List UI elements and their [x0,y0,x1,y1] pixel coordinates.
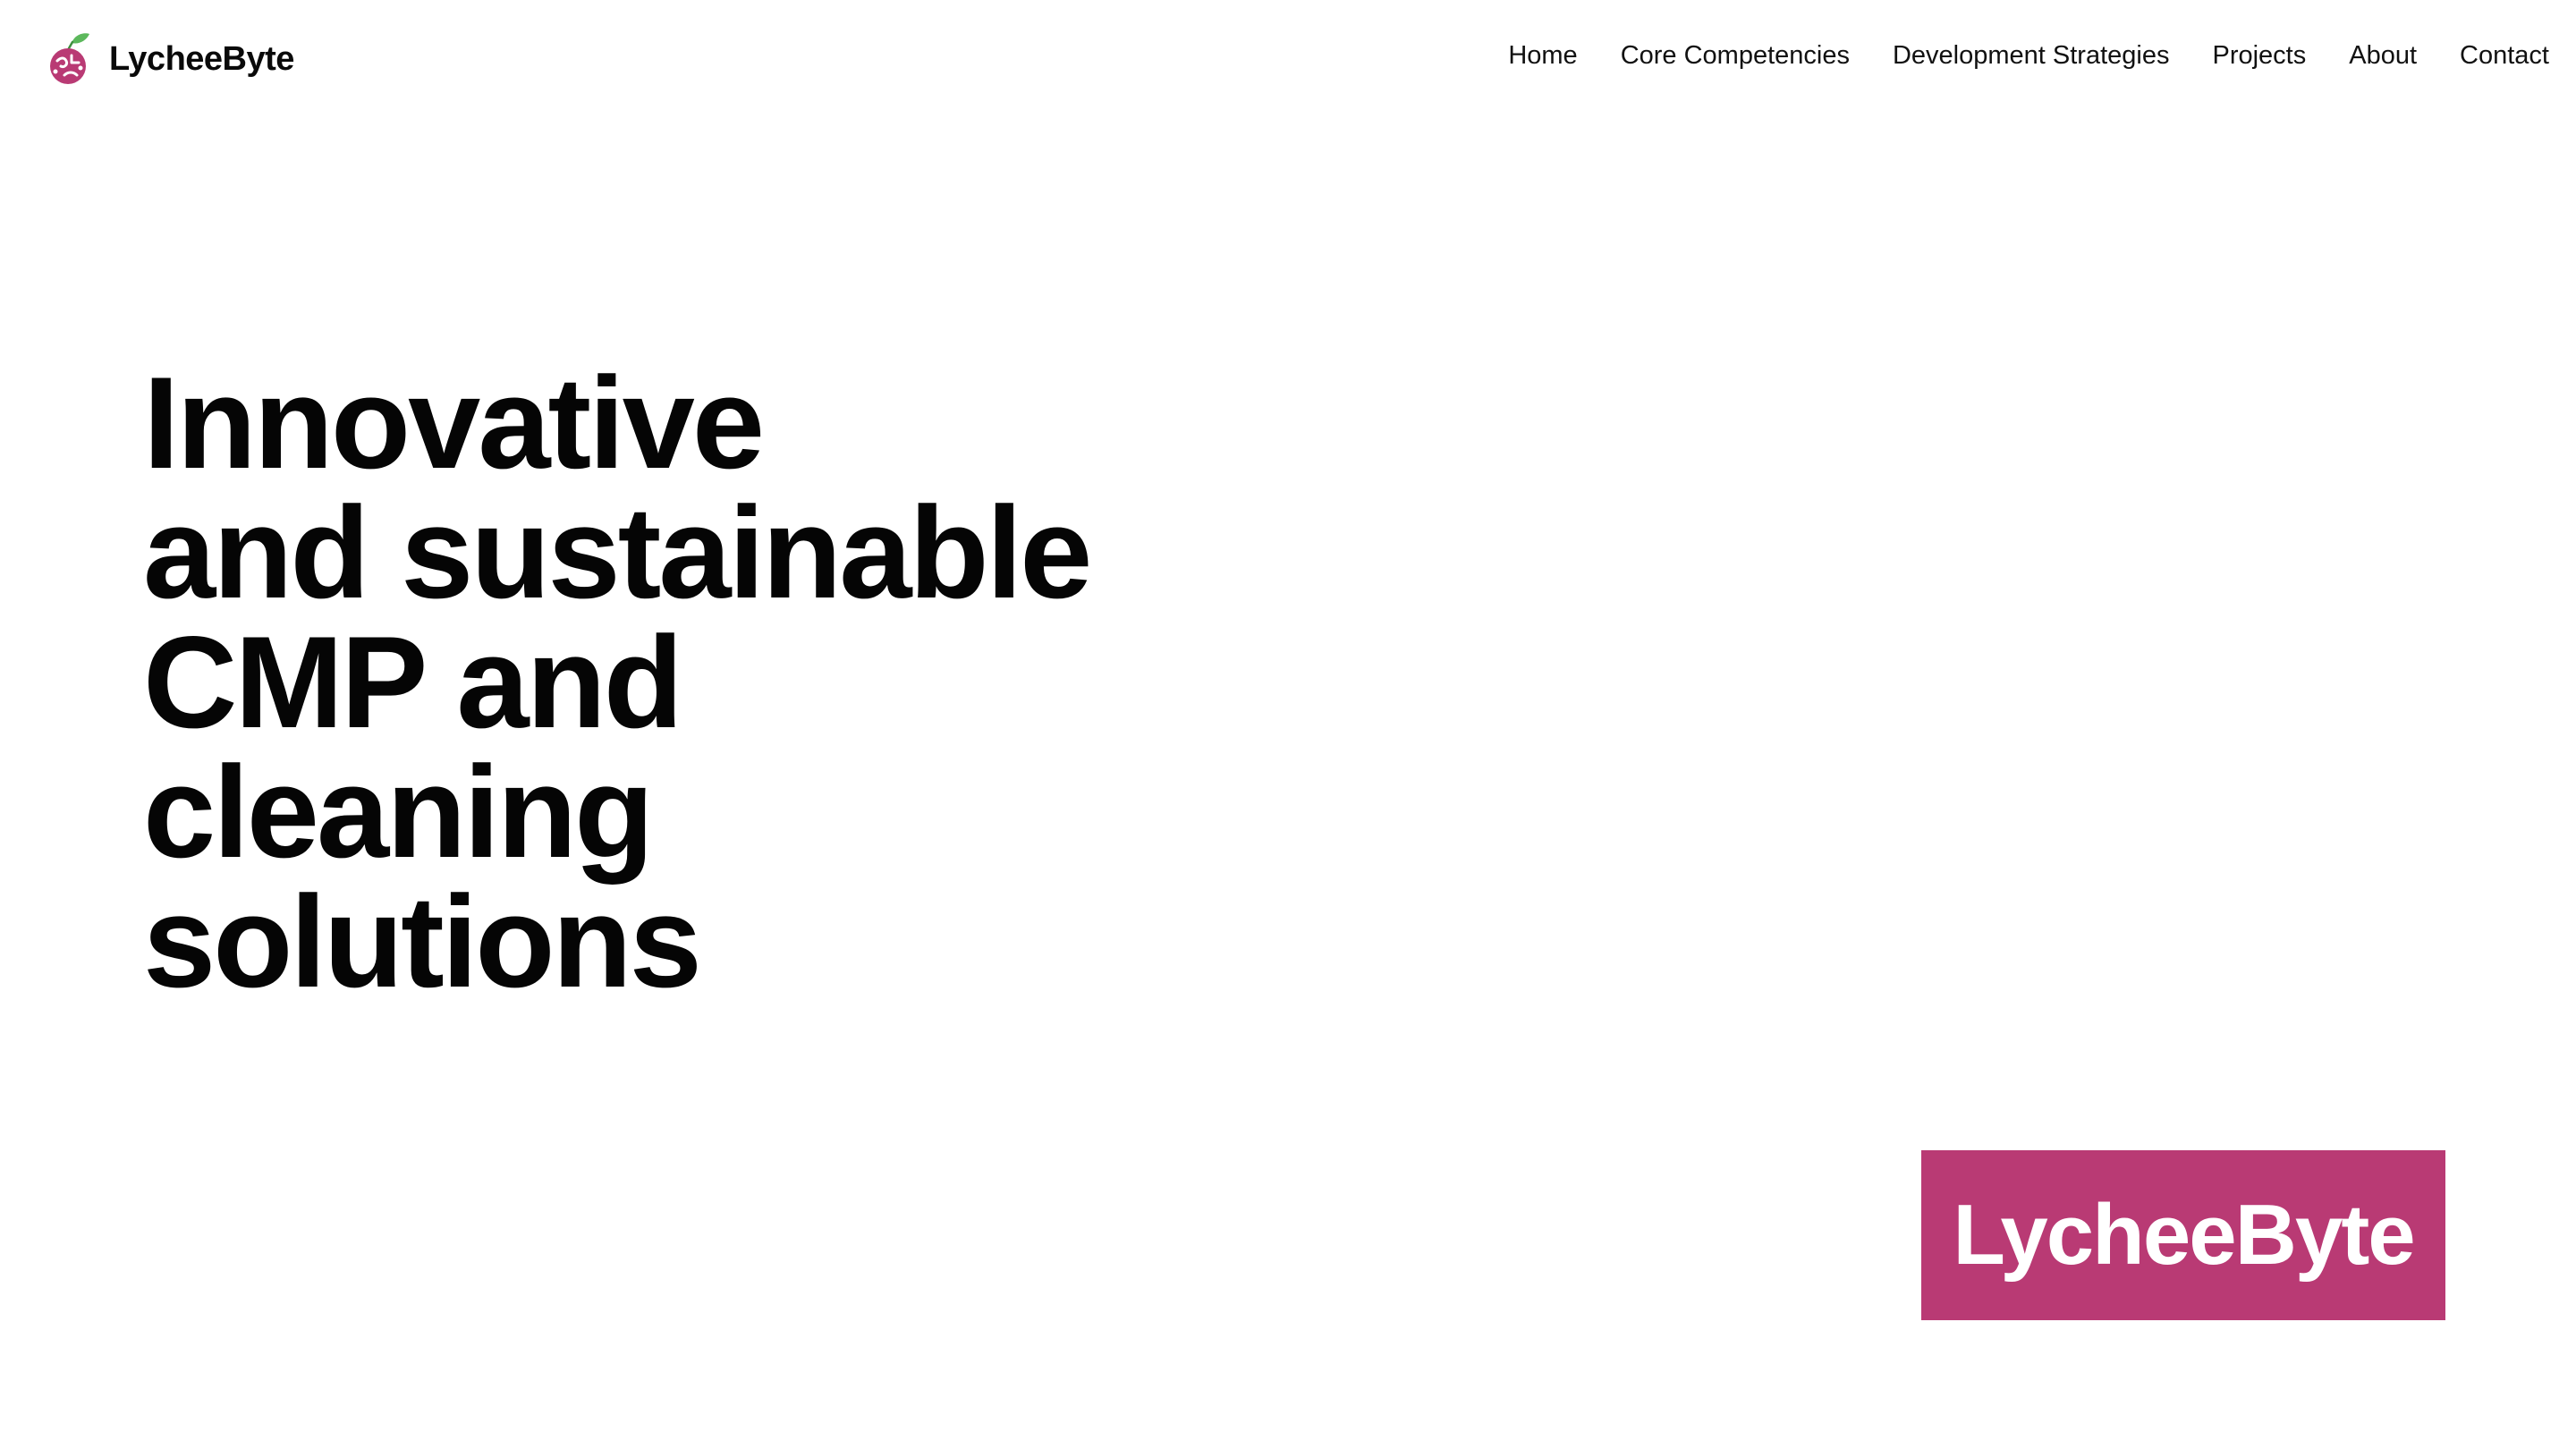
hero-title-line: Innovative [143,350,765,496]
brand-name: LycheeByte [109,39,294,78]
brand-badge-label: LycheeByte [1953,1187,2415,1283]
page: LycheeByte Home Core Competencies Develo… [0,0,2576,1449]
hero-title: Innovative and sustainable CMP and clean… [143,350,1306,1014]
hero-title-line: cleaning [143,739,654,885]
hero-title-line: CMP and [143,609,683,755]
nav-item-development-strategies[interactable]: Development Strategies [1893,36,2170,76]
brand-home-link[interactable]: LycheeByte [45,27,294,91]
site-header: LycheeByte Home Core Competencies Develo… [0,0,2576,116]
nav-item-core-competencies[interactable]: Core Competencies [1621,36,1850,76]
hero-title-line: solutions [143,869,702,1014]
main-nav: Home Core Competencies Development Strat… [1508,36,2549,76]
nav-item-about[interactable]: About [2349,36,2417,76]
nav-item-home[interactable]: Home [1508,36,1577,76]
lychee-logo-icon [50,33,89,84]
nav-item-contact[interactable]: Contact [2460,36,2549,76]
hero-title-line: and sustainable [143,479,1092,625]
nav-item-projects[interactable]: Projects [2212,36,2306,76]
brand-badge: LycheeByte [1921,1150,2445,1320]
